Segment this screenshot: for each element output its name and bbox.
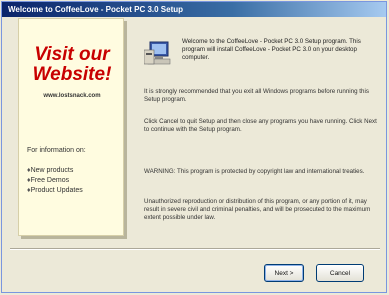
info-item-new-products: New products [27, 166, 119, 176]
headline-line-1: Visit our [34, 44, 110, 65]
info-list: New products Free Demos Product Updates [27, 166, 119, 196]
headline-line-2: Website! [32, 64, 112, 85]
instructions-text: Click Cancel to quit Setup and then clos… [144, 118, 377, 133]
legal-notice: Unauthorized reproduction or distributio… [144, 198, 371, 221]
title-bar[interactable]: Welcome to CoffeeLove - Pocket PC 3.0 Se… [2, 2, 386, 17]
website-promo-panel: Visit our Website! www.lostsnack.com For… [18, 18, 124, 236]
next-button[interactable]: Next > [264, 264, 304, 282]
footer-divider [10, 248, 380, 250]
info-item-product-updates: Product Updates [27, 186, 119, 196]
visit-website-headline: Visit our Website! [23, 45, 121, 85]
setup-window: Welcome to CoffeeLove - Pocket PC 3.0 Se… [1, 1, 387, 293]
cancel-button[interactable]: Cancel [316, 264, 364, 282]
info-heading: For information on: [27, 147, 86, 154]
welcome-message: Welcome to the CoffeeLove - Pocket PC 3.… [182, 38, 361, 61]
recommendation-text: It is strongly recommended that you exit… [144, 88, 369, 103]
window-title: Welcome to CoffeeLove - Pocket PC 3.0 Se… [8, 5, 184, 14]
copyright-warning: WARNING: This program is protected by co… [144, 168, 365, 175]
info-item-free-demos: Free Demos [27, 176, 119, 186]
setup-computer-icon [144, 41, 171, 65]
website-url: www.lostsnack.com [43, 93, 101, 99]
